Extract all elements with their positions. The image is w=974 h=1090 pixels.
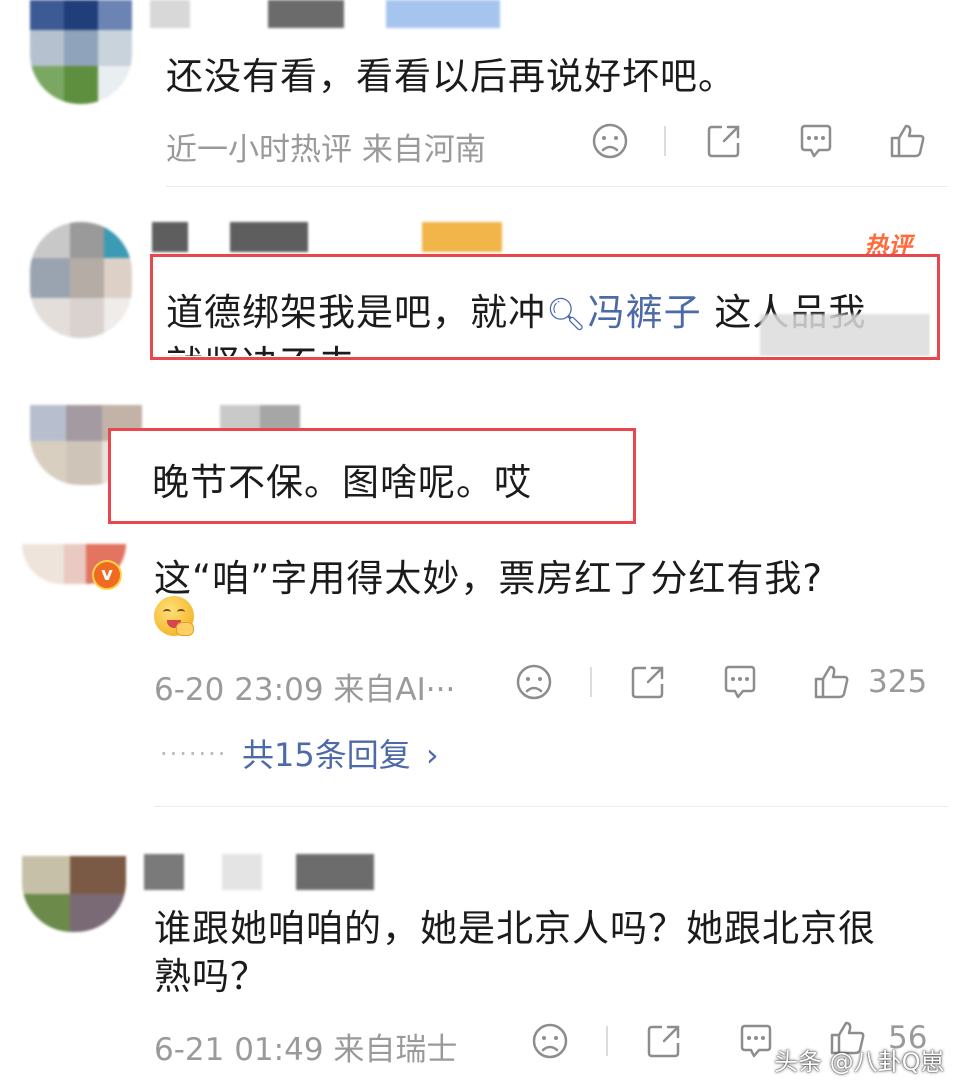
- comment-text: 谁跟她咱咱的，她是北京人吗？她跟北京很: [154, 907, 876, 950]
- share-icon[interactable]: [704, 121, 744, 161]
- like-count: 325: [868, 664, 928, 700]
- comment-meta: 6-21 01:49 来自瑞士: [154, 1032, 458, 1068]
- mention-link[interactable]: 🔍︎冯裤子: [546, 291, 702, 334]
- comment-meta: 6-20 23:09 来自AI···: [154, 672, 456, 708]
- comment-icon[interactable]: [796, 121, 836, 161]
- separator: [664, 126, 666, 156]
- comment-icon[interactable]: [720, 662, 760, 702]
- replies-label: 共15条回复: [242, 736, 411, 774]
- reply-dots: ·······: [160, 740, 228, 768]
- username-redacted[interactable]: [144, 854, 374, 890]
- comment-text-line2: 就坚决不去: [166, 334, 356, 356]
- comment-text: 这“咱”字用得太妙，票房红了分红有我?: [154, 557, 823, 600]
- username-redacted[interactable]: [152, 222, 502, 252]
- avatar[interactable]: [30, 222, 132, 338]
- like-icon[interactable]: [888, 121, 928, 161]
- share-icon[interactable]: [644, 1021, 684, 1061]
- comment-icon[interactable]: [736, 1021, 776, 1061]
- chevron-right-icon: ›: [425, 736, 439, 774]
- watermark: 头条 @八卦Q崽: [774, 1048, 945, 1076]
- comment-text: 晚节不保。图啥呢。哎: [152, 461, 532, 504]
- comment-text: 还没有看，看看以后再说好坏吧。: [166, 55, 736, 98]
- dislike-icon[interactable]: [514, 662, 554, 702]
- share-icon[interactable]: [628, 662, 668, 702]
- avatar[interactable]: [30, 0, 132, 104]
- comment-meta: 近一小时热评 来自河南: [166, 132, 486, 168]
- divider: [166, 186, 948, 187]
- emoji-icon: [154, 596, 194, 636]
- search-icon: 🔍︎: [546, 295, 588, 333]
- like-icon[interactable]: [812, 662, 852, 702]
- divider: [154, 806, 948, 807]
- redaction-blur: [760, 314, 930, 356]
- username-redacted[interactable]: [150, 0, 500, 28]
- avatar[interactable]: [22, 856, 126, 932]
- separator: [590, 667, 592, 697]
- verified-badge-icon: v: [92, 560, 122, 590]
- separator: [606, 1026, 608, 1056]
- view-replies-link[interactable]: 共15条回复 ›: [242, 730, 439, 776]
- dislike-icon[interactable]: [590, 121, 630, 161]
- dislike-icon[interactable]: [530, 1021, 570, 1061]
- comment-text-clip: 道德绑架我是吧，就冲🔍︎冯裤子 这人品我 就坚决不去: [160, 260, 930, 356]
- comment-text-line2: 熟吗？: [154, 955, 268, 998]
- comment-text: 道德绑架我是吧，就冲: [166, 291, 546, 334]
